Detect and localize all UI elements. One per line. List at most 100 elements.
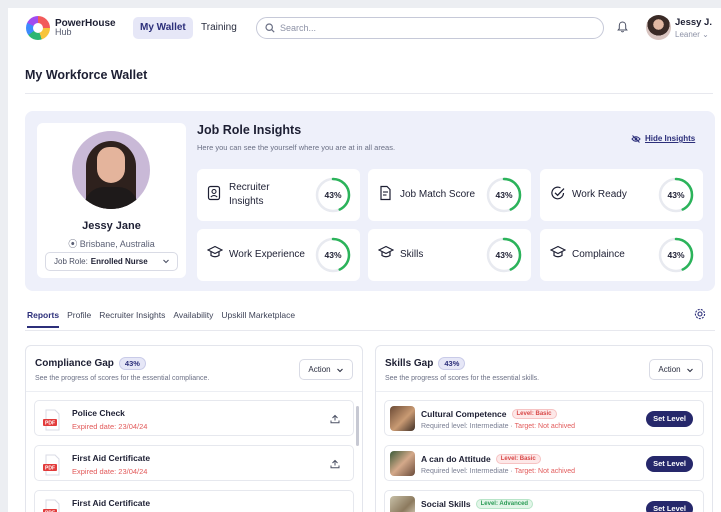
- progress-ring: 43%: [485, 236, 523, 274]
- metric-label: Work Experience: [229, 249, 305, 260]
- skill-name: Social Skills Level: Advanced: [421, 499, 534, 509]
- list-item[interactable]: Social Skills Level: Advanced Set Level: [384, 490, 704, 512]
- metric-job-match-score[interactable]: Job Match Score 43%: [368, 169, 531, 221]
- hide-insights-label: Hide Insights: [645, 134, 696, 143]
- metric-recruiter-insights[interactable]: Recruiter Insights 43%: [197, 169, 360, 221]
- card-title-text: Skills Gap: [385, 358, 434, 369]
- pdf-icon: PDF: [43, 499, 60, 512]
- nav-tab-training[interactable]: Training: [194, 17, 244, 39]
- profile-card: Jessy Jane ⦿ Brisbane, Australia Job Rol…: [37, 123, 186, 278]
- list-item[interactable]: PDF First Aid Certificate: [34, 490, 354, 512]
- tab-recruiter-insights[interactable]: Recruiter Insights: [99, 310, 165, 328]
- set-level-button[interactable]: Set Level: [646, 456, 693, 472]
- user-name[interactable]: Jessy J.: [675, 17, 712, 28]
- compliance-gap-subtitle: See the progress of scores for the essen…: [35, 375, 210, 382]
- metric-value: 43%: [667, 250, 685, 260]
- skill-requirement: Required level: Intermediate · Target: N…: [421, 468, 575, 475]
- metric-skills[interactable]: Skills 43%: [368, 229, 531, 281]
- divider: [25, 93, 713, 94]
- user-avatar[interactable]: [646, 15, 671, 40]
- action-dropdown[interactable]: Action: [299, 359, 353, 380]
- tab-availability[interactable]: Availability: [173, 310, 213, 328]
- percent-badge: 43%: [118, 357, 146, 370]
- pdf-icon: PDF: [43, 454, 60, 476]
- logo-mark-icon: [26, 16, 50, 40]
- skill-name-text: A can do Attitude: [421, 454, 491, 464]
- logo[interactable]: PowerHouse Hub: [26, 16, 116, 40]
- metric-value: 43%: [495, 250, 513, 260]
- location-pin-icon: ⦿: [68, 239, 78, 249]
- user-role-dropdown[interactable]: Leaner ⌄: [675, 30, 709, 39]
- progress-ring: 43%: [314, 176, 352, 214]
- list-item[interactable]: PDF First Aid Certificate Expired date: …: [34, 445, 354, 481]
- document-name: First Aid Certificate: [72, 498, 151, 508]
- percent-badge: 43%: [438, 357, 466, 370]
- search-icon: [265, 23, 275, 33]
- metric-work-experience[interactable]: Work Experience 43%: [197, 229, 360, 281]
- pdf-icon: PDF: [43, 409, 60, 431]
- nav-tab-my-wallet[interactable]: My Wallet: [133, 17, 193, 39]
- top-navigation-bar: PowerHouse Hub My Wallet Training Search…: [8, 8, 721, 50]
- tab-upskill-marketplace[interactable]: Upskill Marketplace: [221, 310, 295, 328]
- level-badge: Level: Basic: [495, 454, 541, 464]
- skill-name-text: Social Skills: [421, 499, 471, 509]
- document-icon: [380, 185, 391, 201]
- logo-subtitle: Hub: [55, 27, 72, 37]
- profile-avatar: [72, 131, 150, 209]
- set-level-button[interactable]: Set Level: [646, 501, 693, 512]
- notification-bell-icon[interactable]: [617, 21, 628, 33]
- profile-name: Jessy Jane: [82, 220, 141, 232]
- skill-thumbnail: [390, 406, 415, 431]
- skill-name: Cultural Competence Level: Basic: [421, 409, 557, 419]
- search-input[interactable]: Search...: [256, 17, 604, 39]
- skills-gap-card: Skills Gap 43% See the progress of scores…: [375, 345, 713, 512]
- upload-button[interactable]: [326, 455, 344, 473]
- list-item[interactable]: Cultural Competence Level: Basic Required…: [384, 400, 704, 436]
- set-level-button[interactable]: Set Level: [646, 411, 693, 427]
- skill-name: A can do Attitude Level: Basic: [421, 454, 541, 464]
- skill-thumbnail: [390, 496, 415, 512]
- profile-location: ⦿ Brisbane, Australia: [37, 237, 186, 250]
- job-role-label: Job Role:: [54, 257, 88, 266]
- gear-icon[interactable]: [694, 308, 706, 320]
- upload-icon: [330, 459, 340, 469]
- search-placeholder: Search...: [280, 23, 317, 33]
- graduation-cap-icon: [207, 245, 223, 258]
- page-title: My Workforce Wallet: [25, 68, 148, 82]
- list-item[interactable]: A can do Attitude Level: Basic Required l…: [384, 445, 704, 481]
- section-tabs: Reports Profile Recruiter Insights Avail…: [27, 310, 303, 328]
- user-role-label: Leaner: [675, 30, 700, 39]
- list-item[interactable]: PDF Police Check Expired date: 23/04/24: [34, 400, 354, 436]
- metric-value: 43%: [495, 190, 513, 200]
- skill-thumbnail: [390, 451, 415, 476]
- metric-label: Job Match Score: [400, 189, 476, 200]
- upload-button[interactable]: [326, 410, 344, 428]
- target-status: Target: Not achived: [514, 468, 575, 475]
- metric-value: 43%: [324, 190, 342, 200]
- job-role-select[interactable]: Job Role: Enrolled Nurse: [45, 252, 178, 271]
- skills-gap-subtitle: See the progress of scores for the essen…: [385, 375, 540, 382]
- metric-complaince[interactable]: Complaince 43%: [540, 229, 703, 281]
- skills-gap-title: Skills Gap 43%: [385, 357, 466, 370]
- graduation-cap-icon: [378, 245, 394, 258]
- expiry-date: Expired date: 23/04/24: [72, 422, 148, 431]
- level-badge: Level: Advanced: [475, 499, 534, 509]
- chevron-down-icon: [163, 259, 169, 264]
- scrollbar[interactable]: [356, 406, 359, 446]
- tab-profile[interactable]: Profile: [67, 310, 91, 328]
- upload-icon: [330, 414, 340, 424]
- metric-value: 43%: [324, 250, 342, 260]
- action-dropdown[interactable]: Action: [649, 359, 703, 380]
- hide-insights-link[interactable]: Hide Insights: [631, 134, 695, 143]
- target-status: Target: Not achived: [514, 423, 575, 430]
- metric-work-ready[interactable]: Work Ready 43%: [540, 169, 703, 221]
- tab-reports[interactable]: Reports: [27, 310, 60, 328]
- graduation-cap-icon: [550, 245, 566, 258]
- svg-text:PDF: PDF: [45, 421, 55, 427]
- document-name: Police Check: [72, 408, 125, 418]
- tabs-divider: [25, 330, 715, 331]
- svg-text:PDF: PDF: [45, 466, 55, 472]
- job-role-value: Enrolled Nurse: [90, 257, 148, 266]
- metric-label: Recruiter Insights: [229, 182, 270, 207]
- required-level: Required level: Intermediate: [421, 468, 509, 475]
